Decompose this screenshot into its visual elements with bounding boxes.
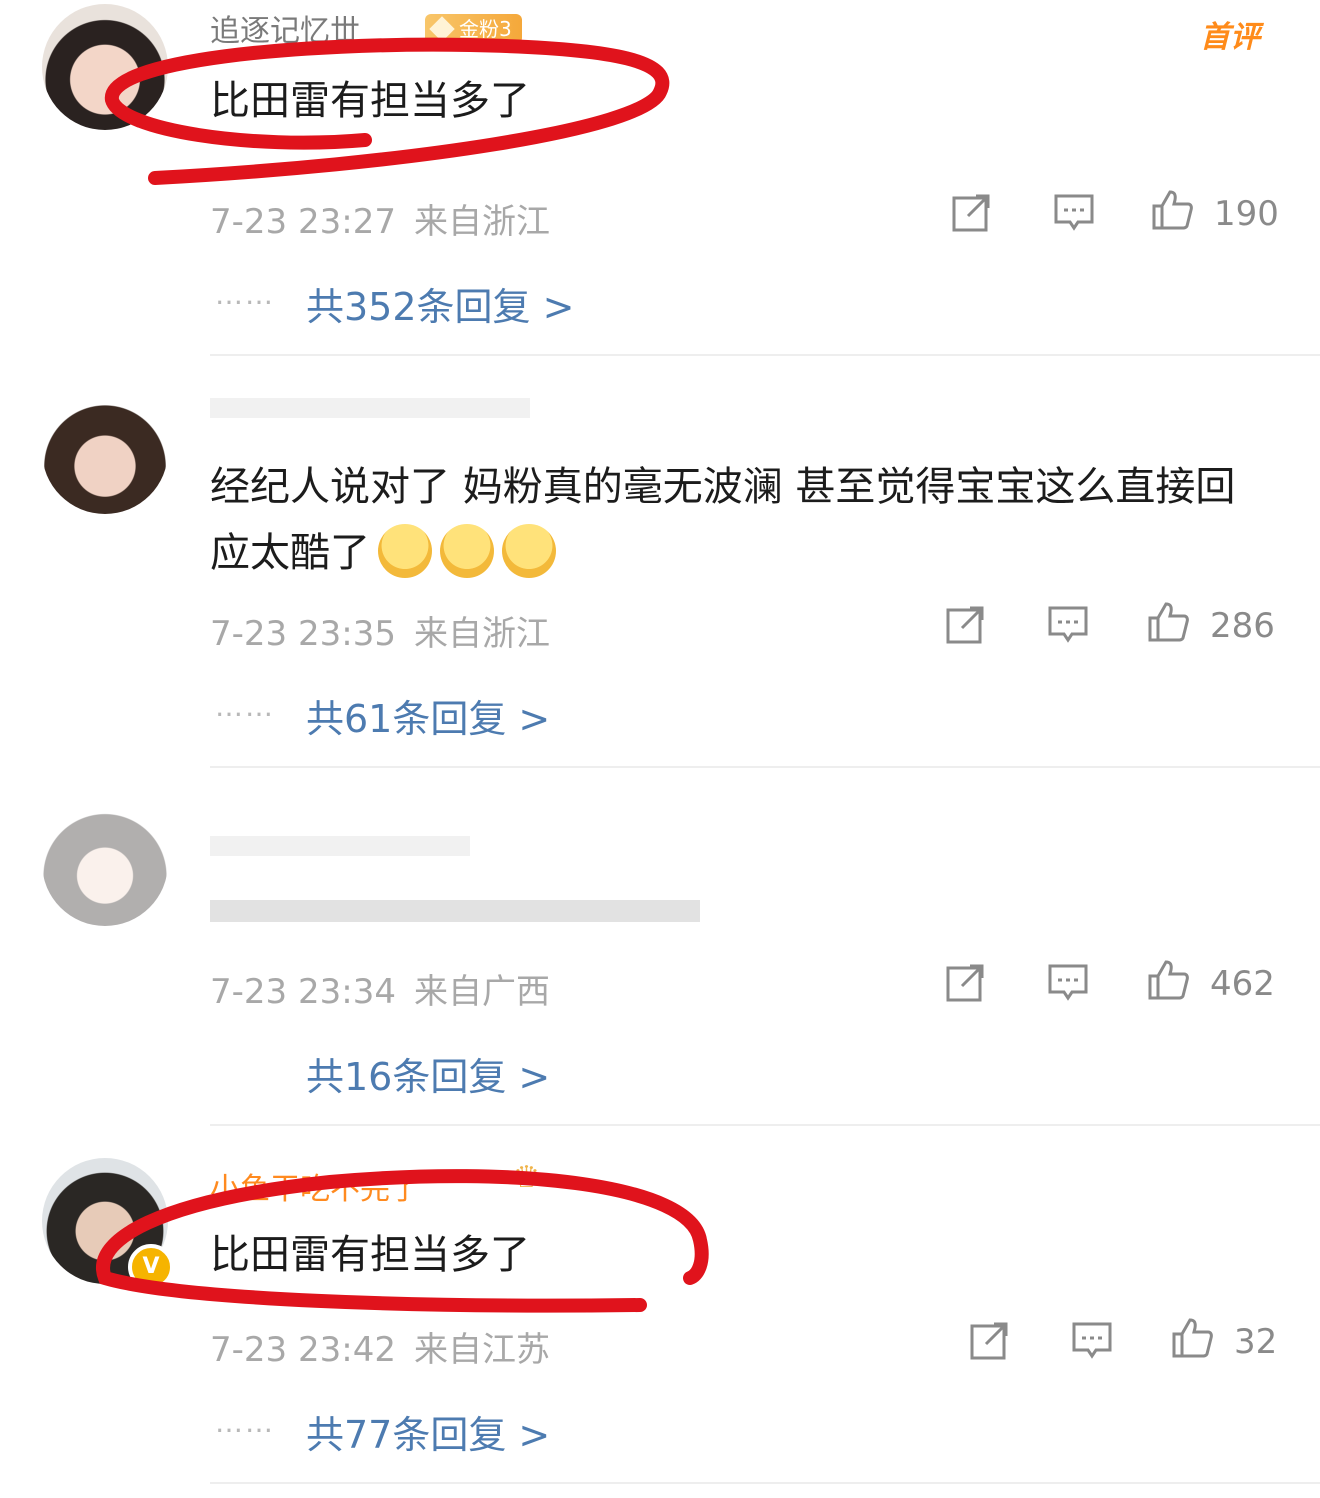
emoji-icon [502,524,556,578]
comment-icon[interactable] [1070,1318,1114,1362]
fan-badge: 金粉3 [425,14,522,44]
reply-dots: …… [215,690,275,723]
like-count: 190 [1214,194,1279,234]
like-icon[interactable] [1146,958,1190,1002]
crown-icon: ♛ [513,1160,540,1195]
comment-time: 7-23 23:27 [210,202,396,242]
comment-text: 比田雷有担当多了 [210,1232,530,1278]
comment-meta: 7-23 23:35 来自浙江 [210,606,550,655]
first-comment-badge: 首评 [1200,20,1260,55]
comment-meta: 7-23 23:27 来自浙江 [210,194,550,243]
comment-location: 来自浙江 [413,614,550,654]
like-count: 286 [1210,606,1275,646]
avatar[interactable] [42,800,168,926]
comment-location: 来自江苏 [413,1330,550,1370]
share-icon[interactable] [944,960,988,1004]
comment-text: 经纪人说对了 妈粉真的毫无波澜 甚至觉得宝宝这么直接回应太酷了 [210,454,1270,586]
comment-location: 来自广西 [413,972,550,1012]
blurred-username [210,398,530,418]
comment-meta: 7-23 23:42 来自江苏 [210,1322,550,1371]
share-icon[interactable] [968,1318,1012,1362]
comment-text-content: 经纪人说对了 妈粉真的毫无波澜 甚至觉得宝宝这么直接回应太酷了 [210,464,1236,576]
avatar[interactable] [42,4,168,130]
blurred-username [210,836,470,856]
comment-location: 来自浙江 [413,202,550,242]
divider [210,1124,1320,1126]
comment-time: 7-23 23:35 [210,614,396,654]
verified-badge: V [128,1244,174,1290]
view-replies-link[interactable]: 共77条回复 > [306,1404,550,1459]
comment-meta: 7-23 23:34 来自广西 [210,964,550,1013]
username[interactable]: 追逐记忆丗 [210,6,360,50]
avatar[interactable] [42,388,168,514]
comment-icon[interactable] [1046,602,1090,646]
view-replies-link[interactable]: 共352条回复 > [306,276,574,331]
divider [210,354,1320,356]
like-count: 462 [1210,964,1275,1004]
comment-time: 7-23 23:34 [210,972,396,1012]
comment-text: 比田雷有担当多了 [210,78,530,124]
share-icon[interactable] [944,602,988,646]
comment-icon[interactable] [1046,960,1090,1004]
comment-icon[interactable] [1052,190,1096,234]
blurred-comment-text [210,900,700,922]
comment-time: 7-23 23:42 [210,1330,396,1370]
divider [210,1482,1320,1484]
emoji-icon [378,524,432,578]
emoji-icon [440,524,494,578]
reply-dots: …… [215,278,275,311]
like-icon[interactable] [1146,600,1190,644]
reply-dots: …… [215,1406,275,1439]
view-replies-link[interactable]: 共61条回复 > [306,688,550,743]
like-icon[interactable] [1170,1316,1214,1360]
view-replies-link[interactable]: 共16条回复 > [306,1046,550,1101]
like-count: 32 [1234,1322,1278,1362]
share-icon[interactable] [950,190,994,234]
username[interactable]: 小鱼干吃不完了 [210,1164,420,1208]
divider [210,766,1320,768]
like-icon[interactable] [1150,188,1194,232]
